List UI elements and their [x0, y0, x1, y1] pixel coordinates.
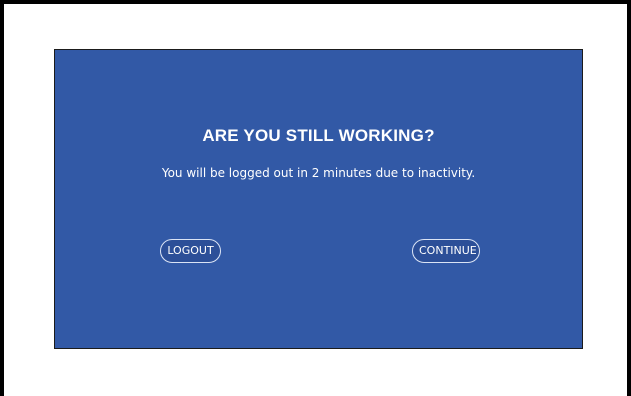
dialog-title: ARE YOU STILL WORKING?: [202, 126, 435, 145]
continue-button[interactable]: CONTINUE: [412, 239, 480, 263]
logout-button[interactable]: LOGOUT: [160, 239, 221, 263]
page-frame: ARE YOU STILL WORKING? You will be logge…: [0, 0, 631, 396]
inactivity-dialog: ARE YOU STILL WORKING? You will be logge…: [54, 49, 583, 349]
dialog-message: You will be logged out in 2 minutes due …: [161, 166, 476, 180]
